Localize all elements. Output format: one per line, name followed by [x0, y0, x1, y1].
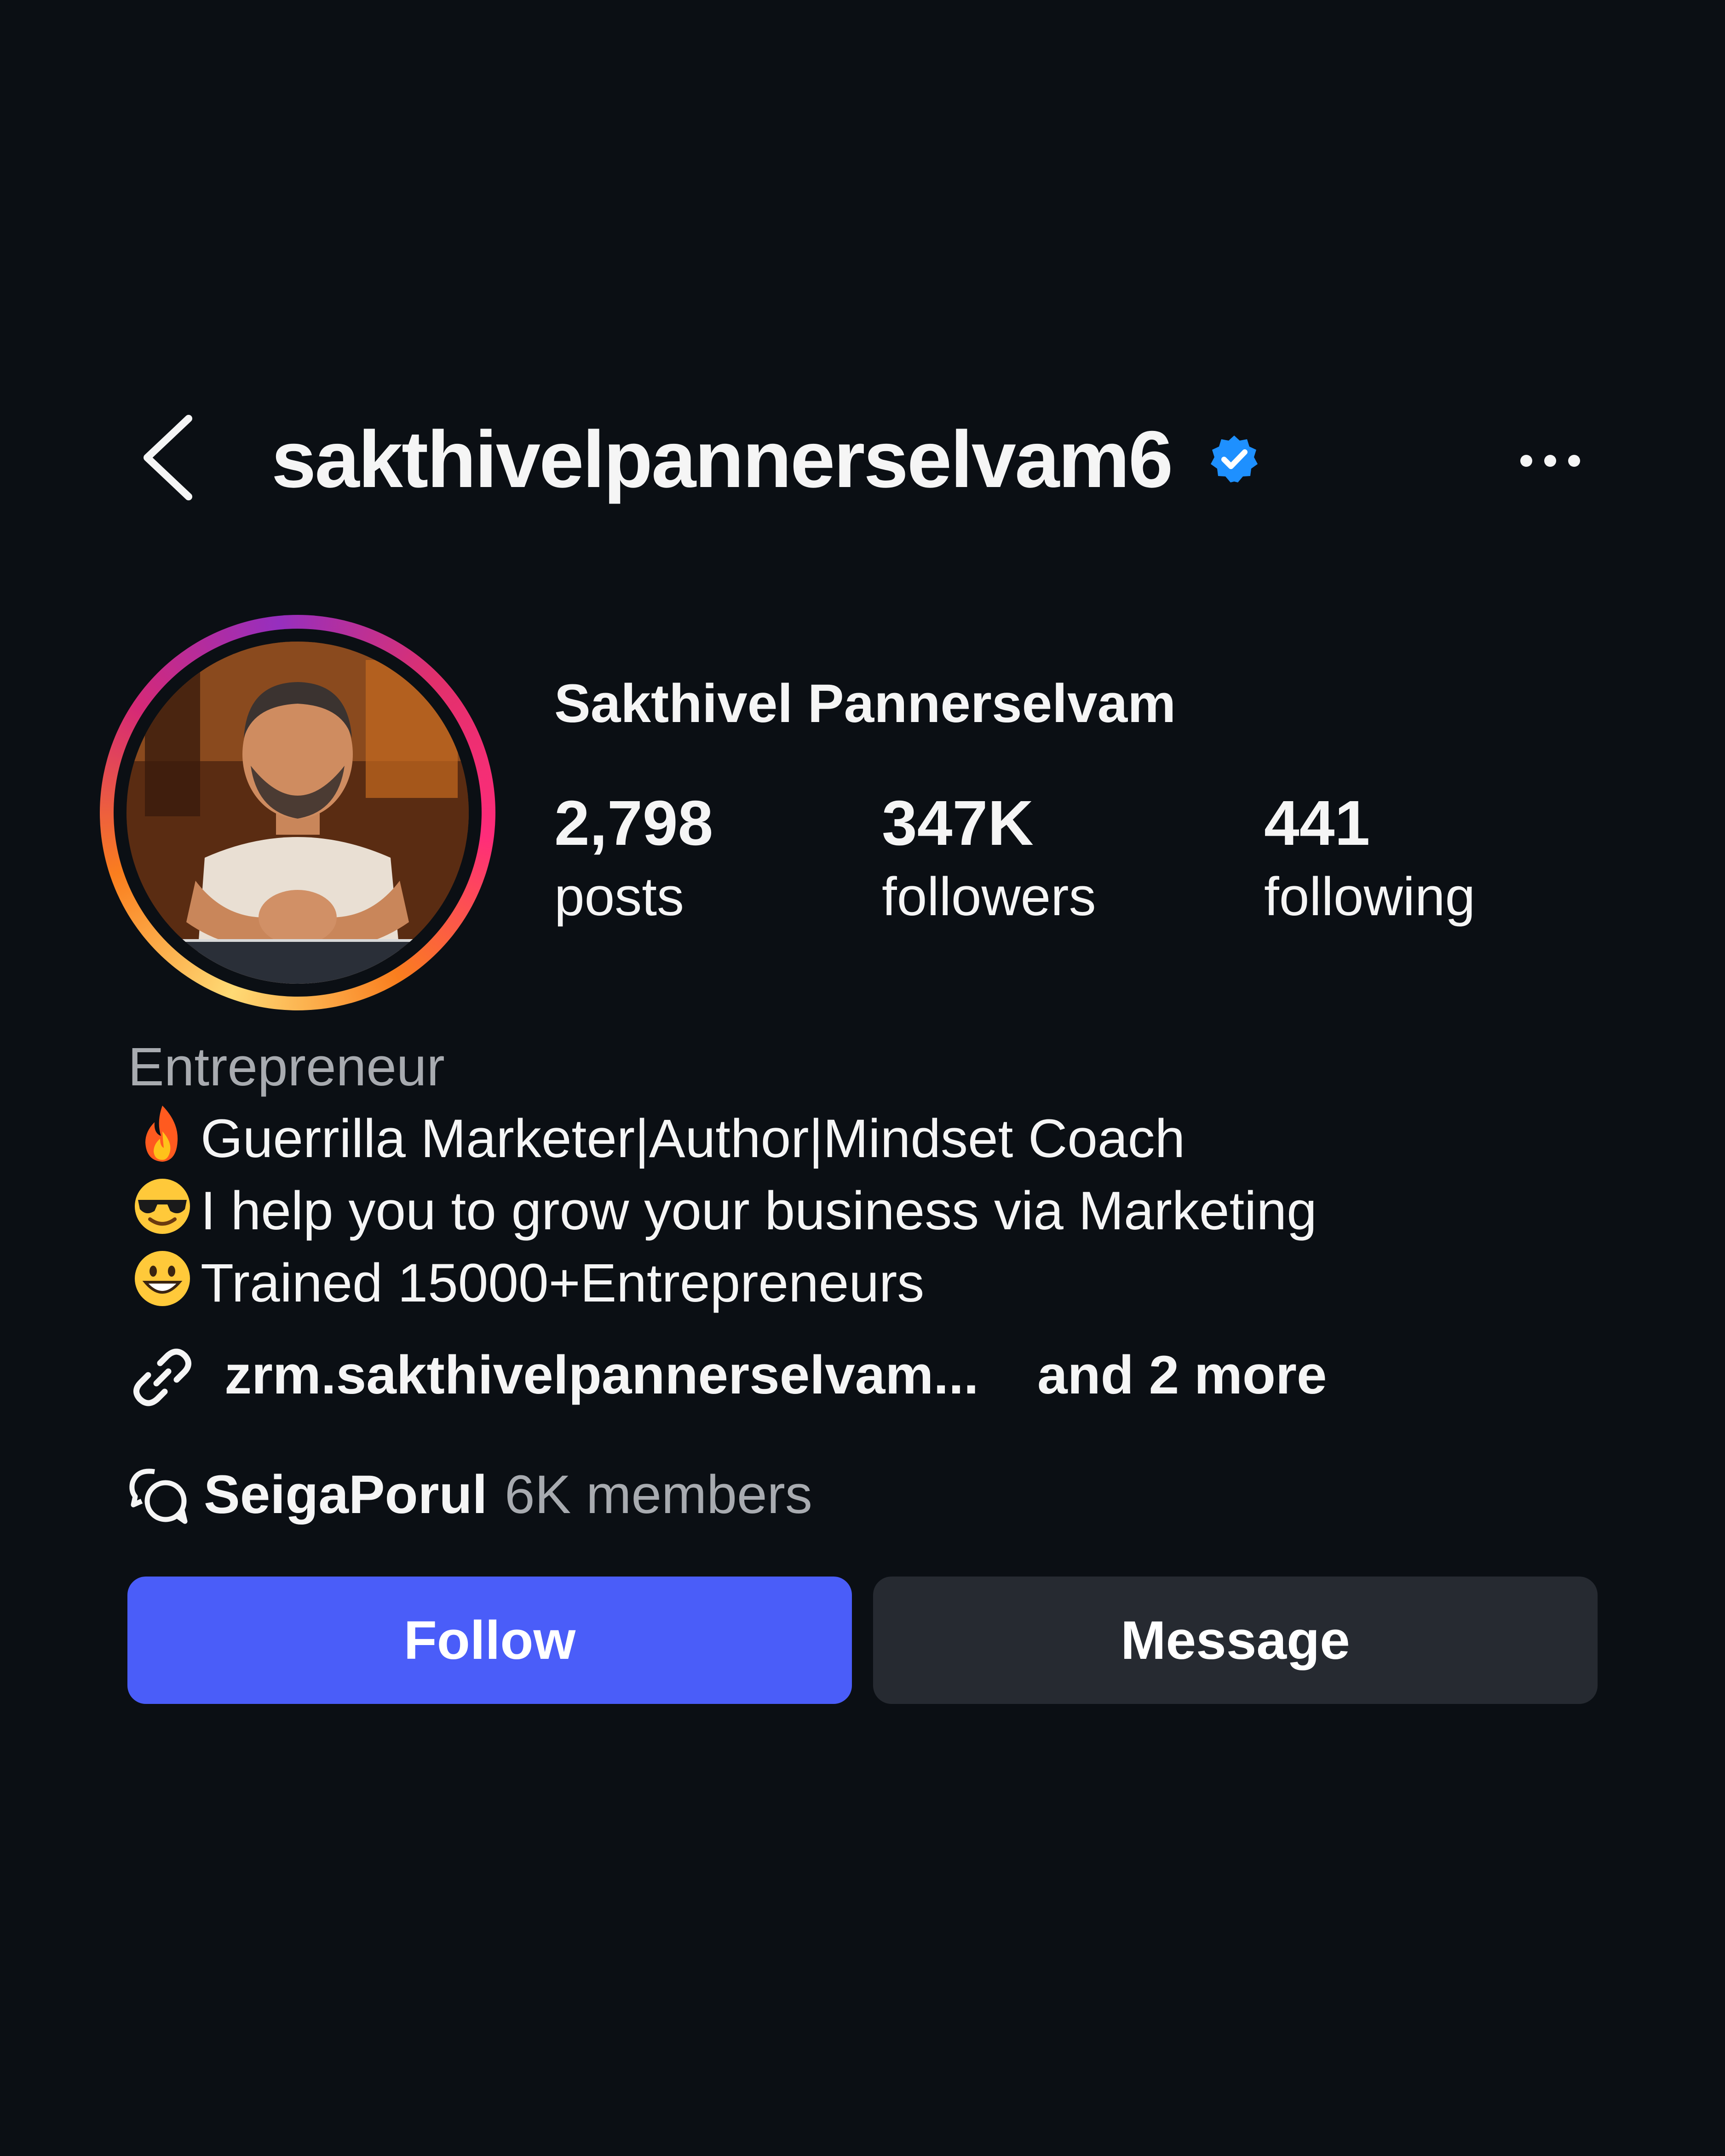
- stat-posts-value: 2,798: [554, 788, 713, 859]
- bio-line-text: I help you to grow your business via Mar…: [201, 1181, 1317, 1241]
- avatar[interactable]: [126, 642, 469, 984]
- bio-line-text: Guerrilla Marketer|Author|Mindset Coach: [201, 1108, 1185, 1169]
- community-members: 6K members: [505, 1464, 812, 1525]
- display-name: Sakthivel Pannerselvam: [554, 673, 1176, 734]
- back-chevron-icon[interactable]: [138, 414, 198, 501]
- follow-button[interactable]: Follow: [127, 1577, 852, 1704]
- stat-followers[interactable]: 347K followers: [882, 784, 1096, 931]
- chat-bubbles-icon: [128, 1462, 190, 1525]
- stat-followers-value: 347K: [882, 788, 1034, 859]
- bio-line: Trained 15000+Entrepreneurs: [128, 1248, 924, 1318]
- more-options-icon[interactable]: [1518, 452, 1582, 470]
- community-name[interactable]: SeigaPorul: [204, 1460, 487, 1529]
- bio-line-text: Trained 15000+Entrepreneurs: [201, 1253, 925, 1313]
- link-icon: [128, 1343, 197, 1412]
- profile-username: sakthivelpannerselvam6: [271, 415, 1173, 505]
- grinning-face-icon: [128, 1248, 197, 1308]
- more-links-button[interactable]: and 2 more: [1037, 1341, 1327, 1410]
- stat-posts-label: posts: [554, 866, 684, 927]
- stat-following-label: following: [1264, 866, 1476, 927]
- stat-posts[interactable]: 2,798 posts: [554, 784, 713, 931]
- sunglasses-face-icon: [128, 1176, 197, 1236]
- bio-line: Guerrilla Marketer|Author|Mindset Coach: [128, 1104, 1185, 1173]
- verified-badge-icon: [1209, 434, 1259, 484]
- fire-icon: [128, 1104, 197, 1164]
- stat-followers-label: followers: [882, 866, 1096, 927]
- bio-category: Entrepreneur: [128, 1037, 445, 1097]
- bio-line: I help you to grow your business via Mar…: [128, 1176, 1317, 1245]
- bio-link[interactable]: zrm.sakthivelpannerselvam...: [224, 1341, 979, 1410]
- stat-following[interactable]: 441 following: [1264, 784, 1475, 931]
- stat-following-value: 441: [1264, 788, 1370, 859]
- message-button[interactable]: Message: [873, 1577, 1598, 1704]
